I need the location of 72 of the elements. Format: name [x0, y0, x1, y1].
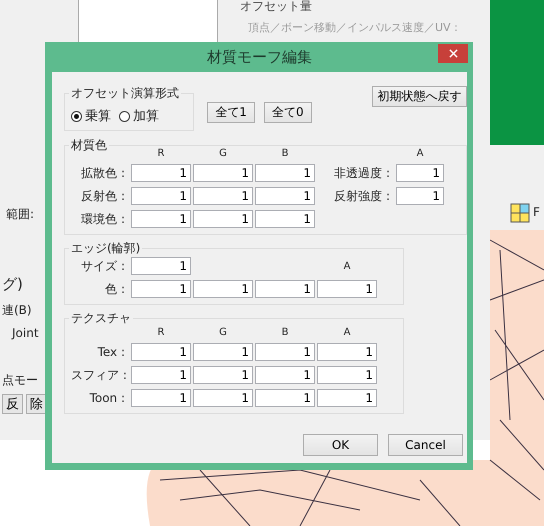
group-label: オフセット演算形式	[70, 85, 180, 102]
toolbar-label: F	[533, 205, 540, 219]
label: 連(B)	[2, 302, 32, 319]
column-header: R	[156, 327, 166, 338]
input-field[interactable]: 1	[255, 389, 315, 407]
radio-button[interactable]: 乗算	[71, 107, 111, 125]
input-field[interactable]: 1	[317, 343, 377, 361]
field-label: 反射強度 :	[333, 188, 391, 204]
hint-text: 頂点／ボーン移動／インパルス速度／UV :	[248, 20, 458, 35]
input-field[interactable]: 1	[193, 389, 253, 407]
column-header: A	[342, 327, 352, 338]
input-field[interactable]: 1	[131, 164, 191, 182]
column-header: B	[280, 327, 290, 338]
input-field[interactable]: 1	[255, 280, 315, 298]
toolbar-button[interactable]: 反	[2, 394, 23, 414]
dialog-button[interactable]: Cancel	[388, 434, 463, 456]
input-field[interactable]: 1	[396, 187, 444, 205]
reset-button[interactable]: 初期状態へ戻す	[372, 86, 468, 107]
field-label: Tex :	[96, 345, 126, 359]
window-title: 材質モーフ編集	[207, 48, 312, 66]
input-field[interactable]: 1	[131, 210, 191, 228]
input-field[interactable]: 1	[131, 280, 191, 298]
close-button[interactable]	[438, 44, 468, 63]
group-label: エッジ(輪郭)	[70, 240, 142, 257]
field-label: 色 :	[104, 280, 126, 298]
group-label: テクスチャ	[70, 310, 132, 327]
input-field[interactable]: 1	[317, 389, 377, 407]
input-field[interactable]: 1	[396, 164, 444, 182]
input-field[interactable]: 1	[193, 343, 253, 361]
column-header: R	[156, 148, 166, 159]
input-field[interactable]: 1	[317, 280, 377, 298]
input-field[interactable]: 1	[255, 343, 315, 361]
column-header: A	[342, 260, 352, 272]
field-label: 拡散色 :	[80, 164, 126, 182]
input-field[interactable]: 1	[255, 210, 315, 228]
field-label: 環境色 :	[80, 210, 126, 228]
label: 点モー	[2, 372, 38, 389]
input-field[interactable]: 1	[131, 187, 191, 205]
label: 範囲:	[6, 206, 34, 223]
input-field[interactable]: 1	[255, 164, 315, 182]
grid-icon[interactable]	[510, 203, 530, 223]
radio-button[interactable]: 加算	[119, 107, 159, 125]
set-all-button[interactable]: 全て0	[264, 102, 312, 123]
input-field[interactable]: 1	[255, 187, 315, 205]
field-label: サイズ :	[80, 258, 126, 274]
field-label: 反射色 :	[80, 188, 126, 204]
field-label: スフィア :	[71, 366, 128, 384]
group-label: 材質色	[70, 137, 108, 154]
input-field[interactable]: 1	[193, 187, 253, 205]
toolbar-button[interactable]: 除	[26, 394, 45, 414]
field-label: 非透過度 :	[333, 164, 391, 182]
input-field[interactable]: 1	[131, 343, 191, 361]
input-field[interactable]: 1	[193, 366, 253, 384]
label: グ)	[2, 275, 23, 294]
input-field[interactable]: 1	[131, 257, 191, 275]
input-field[interactable]: 1	[131, 366, 191, 384]
label: Joint	[12, 326, 39, 340]
set-all-button[interactable]: 全て1	[207, 102, 255, 123]
column-header: G	[218, 327, 228, 338]
close-icon	[448, 49, 458, 58]
dialog-button[interactable]: OK	[303, 434, 378, 456]
column-header: A	[416, 148, 424, 159]
input-field[interactable]: 1	[193, 280, 253, 298]
input-field[interactable]: 1	[317, 366, 377, 384]
column-header: B	[280, 148, 290, 159]
column-header: G	[218, 148, 228, 159]
group-label: オフセット量	[240, 0, 312, 15]
input-field[interactable]: 1	[255, 366, 315, 384]
field-label: Toon :	[88, 391, 126, 405]
input-field[interactable]: 1	[193, 210, 253, 228]
input-field[interactable]: 1	[193, 164, 253, 182]
input-field[interactable]: 1	[131, 389, 191, 407]
